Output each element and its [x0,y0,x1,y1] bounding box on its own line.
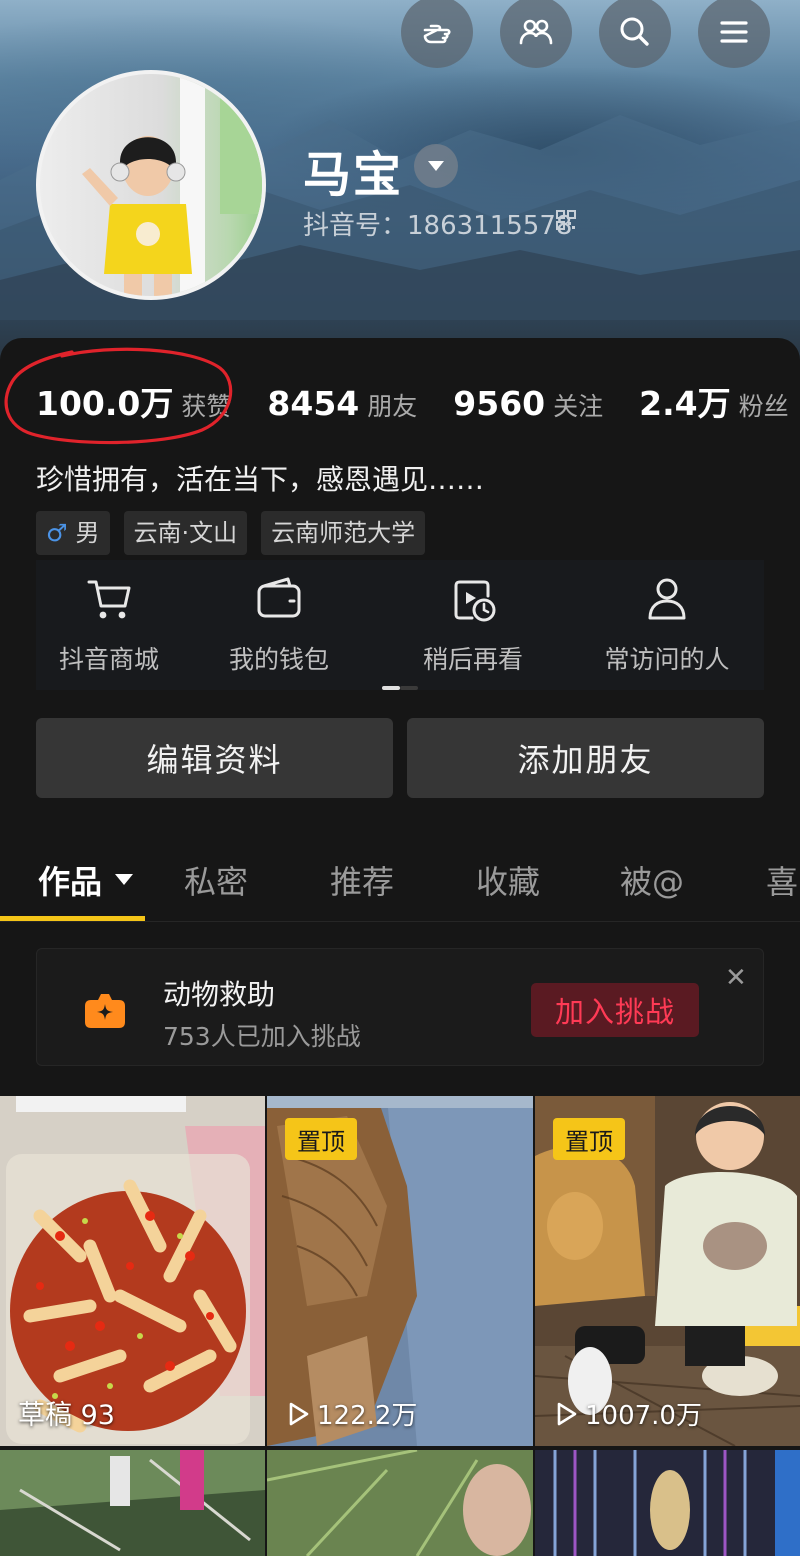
douyin-id-label: 抖音号： [303,211,408,241]
tab-mentioned[interactable]: 被@ [620,852,684,908]
avatar[interactable] [36,70,266,300]
avatar-child-photo [82,74,262,296]
person-icon [648,578,686,620]
douyin-id-value: 1863115578 [407,211,573,241]
finger-point-button[interactable] [401,0,473,68]
video-thumbnail[interactable]: 置顶 1007.0万 [535,1096,800,1446]
challenge-icon [85,994,125,1028]
video-thumbnail[interactable]: 置顶 122.2万 [267,1096,533,1446]
male-icon: ♂ [46,519,68,547]
tab-likes[interactable]: 喜 [766,852,798,908]
header-actions [401,0,770,68]
chevron-down-icon [428,161,444,171]
douyin-id: 抖音号：1863115578 [303,205,572,242]
bio: 珍惜拥有，活在当下，感恩遇见…… [36,463,485,496]
search-button[interactable] [599,0,671,68]
stat-following-number: 9560 [453,384,546,423]
play-count-value: 122.2万 [317,1401,418,1431]
edit-profile-button[interactable]: 编辑资料 [36,718,393,798]
quick-action-label: 抖音商城 [58,645,159,674]
quick-actions-page-indicator [382,686,418,690]
stat-following-label: 关注 [553,392,604,421]
challenge-banner[interactable]: 动物救助 753人已加入挑战 加入挑战 ✕ [36,948,764,1066]
pinned-badge: 置顶 [285,1118,357,1160]
quick-action-label: 稍后再看 [422,645,523,674]
quick-action-watch-later[interactable]: 稍后再看 [376,560,570,690]
add-friend-button[interactable]: 添加朋友 [407,718,764,798]
quick-actions: 抖音商城 我的钱包 稍后再看 常访问的人 [36,560,764,690]
quick-action-wallet[interactable]: 我的钱包 [182,560,376,690]
stage-lights-image [535,1450,800,1556]
play-count: 1007.0万 [553,1395,702,1432]
username: 马宝 [303,147,404,203]
draft-count: 93 [80,1400,115,1431]
stat-friends-number: 8454 [267,384,360,423]
tab-works[interactable]: 作品 [38,852,134,908]
video-thumbnail[interactable] [535,1450,800,1556]
gender-tag: ♂ 男 [36,511,110,555]
cart-icon [87,580,131,619]
video-thumbnail[interactable] [0,1450,265,1556]
account-switch-button[interactable] [414,144,458,188]
wallet-icon [257,577,301,618]
qr-code-icon[interactable] [556,210,576,230]
draft-label: 草稿 [18,1400,72,1431]
red-annotation-circle [4,347,233,445]
menu-icon [720,21,748,43]
pinned-badge: 置顶 [553,1118,625,1160]
video-grid: 草稿 93 置顶 122.2万 置顶 1007.0万 [0,1096,800,1556]
tab-private[interactable]: 私密 [184,852,248,908]
tab-favorites[interactable]: 收藏 [476,852,540,908]
quick-action-label: 常访问的人 [604,645,730,674]
play-count-value: 1007.0万 [585,1401,702,1431]
stat-friends-label: 朋友 [367,392,418,421]
play-icon [289,1402,309,1425]
stat-followers[interactable]: 2.4万 粉丝 [639,377,788,425]
gender-label: 男 [75,519,100,547]
play-icon [557,1402,577,1425]
profile-buttons: 编辑资料 添加朋友 [36,718,764,798]
challenge-participants: 753人已加入挑战 [163,1022,361,1051]
play-count: 122.2万 [285,1395,417,1432]
video-thumbnail-draft[interactable]: 草稿 93 [0,1096,265,1446]
forest-image [0,1450,265,1556]
finger-point-icon [423,24,451,44]
stat-followers-number: 2.4万 [639,384,731,423]
quick-action-mall[interactable]: 抖音商城 [36,560,182,690]
tab-divider [0,921,800,922]
friends-button[interactable] [500,0,572,68]
profile-tags: ♂ 男 云南·文山 云南师范大学 [36,511,426,555]
tab-label: 作品 [38,863,103,901]
location-tag: 云南·文山 [123,511,248,555]
stat-followers-label: 粉丝 [738,392,789,421]
draft-count-label: 草稿 93 [18,1393,115,1432]
video-thumbnail[interactable] [267,1450,533,1556]
challenge-title: 动物救助 [163,978,276,1011]
menu-button[interactable] [698,0,770,68]
quick-action-frequent-visitors[interactable]: 常访问的人 [570,560,764,690]
close-icon[interactable]: ✕ [725,963,747,993]
content-tabs: 作品 私密 推荐 收藏 被@ 喜 [0,852,800,922]
grass-image [267,1450,533,1556]
quick-action-label: 我的钱包 [228,645,329,674]
watch-later-icon [454,580,496,622]
search-icon [620,17,649,46]
join-challenge-button[interactable]: 加入挑战 [531,983,699,1037]
tab-recommended[interactable]: 推荐 [330,852,394,908]
stat-friends[interactable]: 8454 朋友 [267,384,417,423]
school-tag: 云南师范大学 [261,511,426,555]
stat-following[interactable]: 9560 关注 [453,384,603,423]
friends-icon [519,19,553,45]
caret-down-icon [115,874,134,885]
